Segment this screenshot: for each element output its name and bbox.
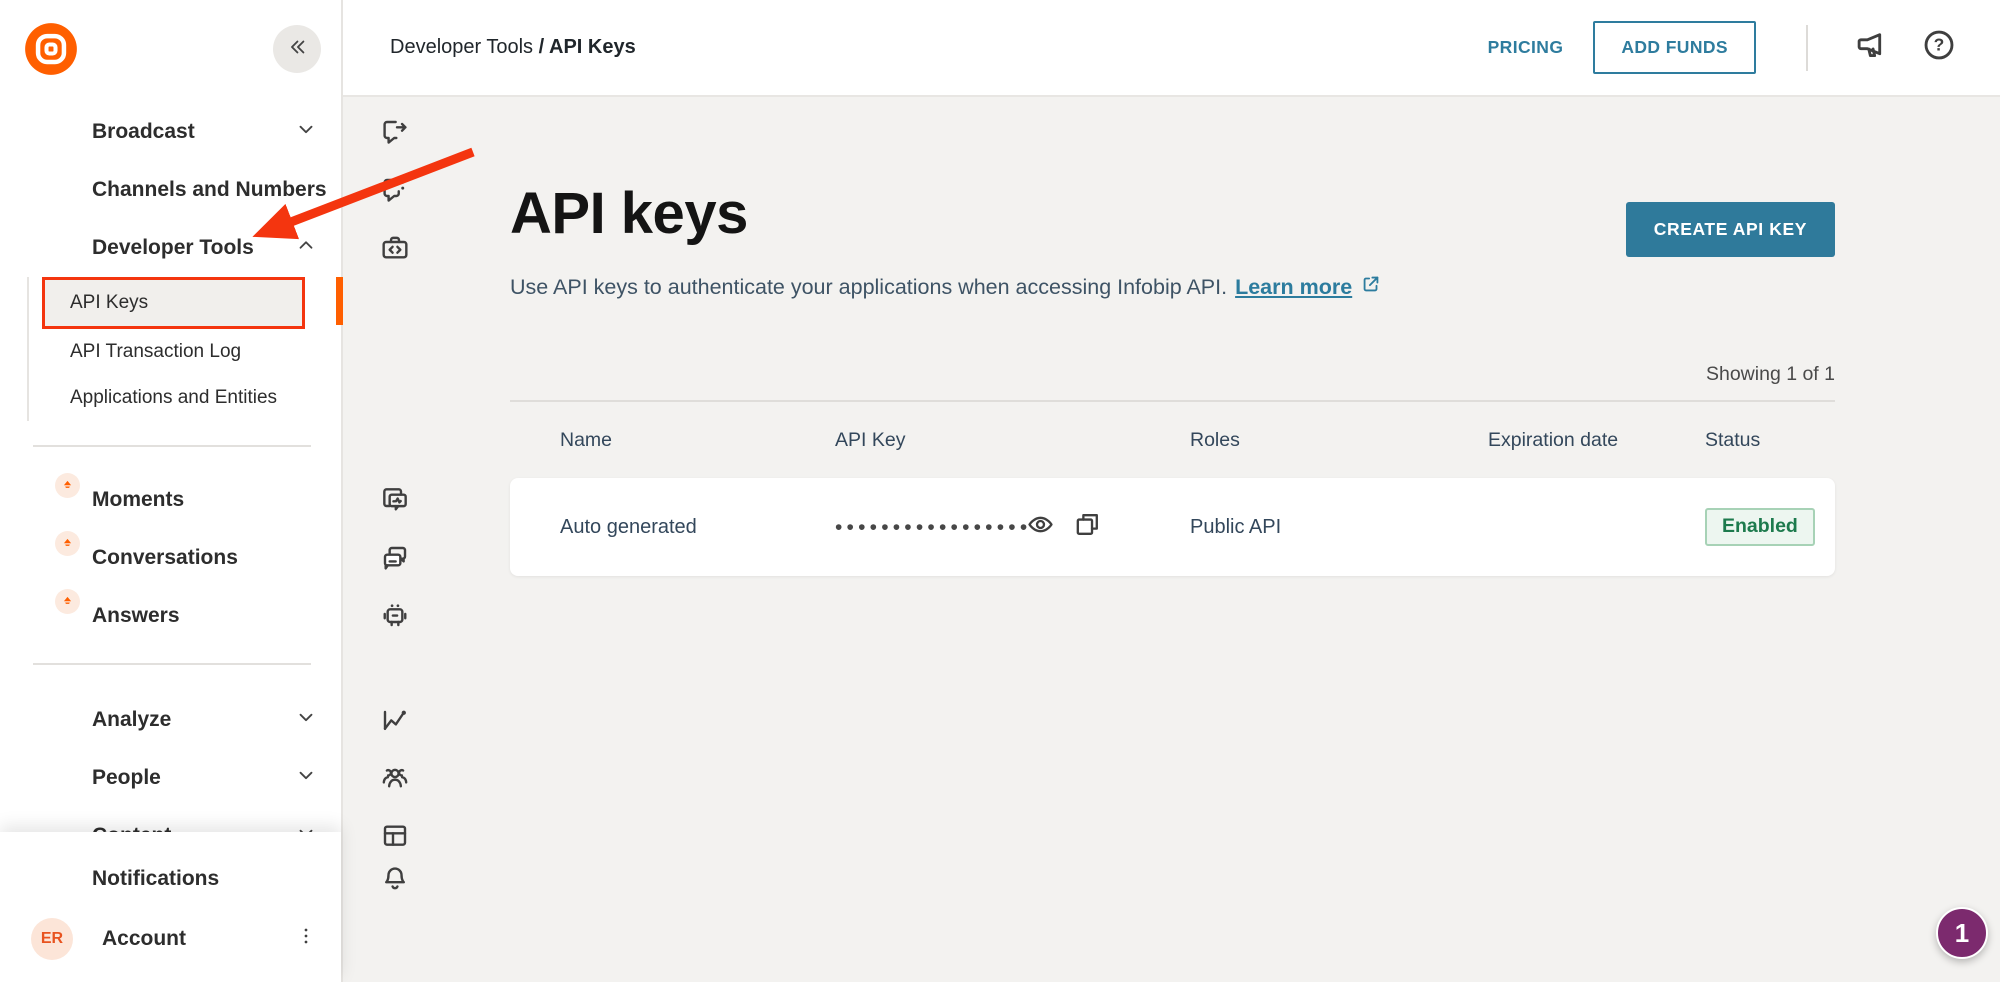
content-container: API keys Use API keys to authenticate yo… bbox=[510, 97, 1835, 576]
status-badge: Enabled bbox=[1705, 508, 1815, 546]
copy-icon[interactable] bbox=[1056, 509, 1103, 546]
cell-api-key: ••••••••••••••••• bbox=[835, 509, 1190, 546]
double-chevron-left-icon bbox=[286, 36, 308, 61]
cell-status: Enabled bbox=[1705, 508, 1835, 546]
cell-roles: Public API bbox=[1190, 516, 1488, 539]
channels-icon bbox=[36, 174, 68, 206]
breadcrumb-current: API Keys bbox=[549, 36, 636, 58]
sidebar-subitem-applications-and-entities[interactable]: Applications and Entities bbox=[42, 375, 341, 421]
sidebar-subitem-api-transaction-log[interactable]: API Transaction Log bbox=[42, 329, 341, 375]
analyze-icon bbox=[36, 704, 68, 736]
sidebar-item-label: Conversations bbox=[92, 546, 317, 570]
pricing-link[interactable]: PRICING bbox=[1488, 37, 1564, 58]
external-link-icon[interactable] bbox=[1352, 273, 1382, 301]
sidebar-bottom-dock: Notifications ER Account bbox=[0, 832, 341, 982]
bell-icon bbox=[36, 863, 68, 895]
moments-icon bbox=[36, 484, 68, 516]
subitem-label: API Transaction Log bbox=[70, 341, 241, 363]
conversations-icon bbox=[36, 542, 68, 574]
upgrade-badge-icon bbox=[55, 589, 80, 614]
sidebar-collapse-button[interactable] bbox=[273, 25, 321, 73]
sidebar-item-moments[interactable]: Moments bbox=[0, 471, 341, 529]
sidebar-item-developer-tools[interactable]: Developer Tools bbox=[0, 219, 341, 277]
main-area: Developer Tools / API Keys PRICING ADD F… bbox=[343, 0, 2000, 982]
header-divider bbox=[1806, 25, 1808, 71]
people-icon bbox=[36, 762, 68, 794]
sidebar-divider bbox=[33, 445, 311, 447]
sidebar-item-label: People bbox=[92, 766, 271, 790]
sidebar-divider bbox=[33, 663, 311, 665]
subitem-label: API Keys bbox=[70, 292, 148, 314]
column-header-status: Status bbox=[1705, 429, 1835, 452]
kebab-menu-icon[interactable] bbox=[295, 925, 317, 953]
sidebar-nav: Broadcast Channels and Numbers Developer… bbox=[0, 97, 341, 865]
sidebar-header bbox=[0, 0, 341, 97]
subitem-label: Applications and Entities bbox=[70, 387, 277, 409]
sidebar-item-channels-and-numbers[interactable]: Channels and Numbers bbox=[0, 161, 341, 219]
column-header-expiration-date: Expiration date bbox=[1488, 429, 1705, 452]
masked-api-key: ••••••••••••••••• bbox=[835, 517, 1031, 538]
active-item-indicator bbox=[336, 277, 343, 325]
annotation-step-badge: 1 bbox=[1936, 907, 1988, 959]
sidebar-item-answers[interactable]: Answers bbox=[0, 587, 341, 645]
sidebar-subitem-api-keys[interactable]: API Keys bbox=[42, 277, 305, 329]
megaphone-icon[interactable] bbox=[1852, 26, 1890, 69]
breadcrumb-section[interactable]: Developer Tools bbox=[390, 36, 533, 58]
breadcrumb-separator: / bbox=[539, 36, 545, 58]
sidebar-item-label: Answers bbox=[92, 604, 317, 628]
chevron-down-icon bbox=[295, 118, 317, 146]
upgrade-badge-icon bbox=[55, 473, 80, 498]
chevron-down-icon bbox=[295, 706, 317, 734]
chevron-down-icon bbox=[295, 764, 317, 792]
developer-tools-submenu: API Keys API Transaction Log Application… bbox=[0, 277, 341, 423]
sidebar-item-account[interactable]: ER Account bbox=[0, 912, 341, 966]
sidebar-item-label: Moments bbox=[92, 488, 317, 512]
add-funds-button[interactable]: ADD FUNDS bbox=[1593, 21, 1756, 74]
eye-icon[interactable] bbox=[1031, 509, 1056, 546]
content-area: API keys Use API keys to authenticate yo… bbox=[343, 97, 2000, 982]
sidebar-item-conversations[interactable]: Conversations bbox=[0, 529, 341, 587]
developer-tools-icon bbox=[36, 232, 68, 264]
table-header: Name API Key Roles Expiration date Statu… bbox=[510, 400, 1835, 478]
sidebar-item-people[interactable]: People bbox=[0, 749, 341, 807]
learn-more-link[interactable]: Learn more bbox=[1235, 275, 1352, 300]
sidebar-item-analyze[interactable]: Analyze bbox=[0, 691, 341, 749]
broadcast-icon bbox=[36, 116, 68, 148]
top-header: Developer Tools / API Keys PRICING ADD F… bbox=[343, 0, 2000, 97]
sidebar-item-label: Analyze bbox=[92, 708, 271, 732]
column-header-roles: Roles bbox=[1190, 429, 1488, 452]
column-header-name: Name bbox=[560, 429, 835, 452]
column-header-api-key: API Key bbox=[835, 429, 1190, 452]
sidebar: Broadcast Channels and Numbers Developer… bbox=[0, 0, 343, 982]
app-root: Broadcast Channels and Numbers Developer… bbox=[0, 0, 2000, 982]
answers-icon bbox=[36, 600, 68, 632]
help-icon[interactable]: ? bbox=[1920, 26, 1958, 69]
sidebar-item-label: Broadcast bbox=[92, 120, 271, 144]
page-description: Use API keys to authenticate your applic… bbox=[510, 275, 1227, 300]
sidebar-item-notifications[interactable]: Notifications bbox=[0, 852, 341, 906]
create-api-key-button[interactable]: CREATE API KEY bbox=[1626, 202, 1835, 257]
sidebar-item-label: Developer Tools bbox=[92, 236, 271, 260]
sidebar-item-label: Notifications bbox=[92, 867, 317, 891]
chevron-up-icon bbox=[295, 234, 317, 262]
sidebar-item-label: Channels and Numbers bbox=[92, 178, 327, 202]
svg-text:?: ? bbox=[1934, 35, 1945, 55]
upgrade-badge-icon bbox=[55, 531, 80, 556]
header-actions: PRICING ADD FUNDS ? bbox=[1488, 21, 1958, 74]
infobip-logo bbox=[24, 22, 78, 76]
showing-count: Showing 1 of 1 bbox=[510, 363, 1835, 400]
cell-name: Auto generated bbox=[560, 516, 835, 539]
breadcrumb: Developer Tools / API Keys bbox=[390, 36, 636, 59]
account-avatar: ER bbox=[31, 918, 73, 960]
sidebar-item-label: Account bbox=[102, 927, 271, 951]
sidebar-item-broadcast[interactable]: Broadcast bbox=[0, 103, 341, 161]
page-description-row: Use API keys to authenticate your applic… bbox=[510, 273, 1835, 301]
table-row[interactable]: Auto generated ••••••••••••••••• Public … bbox=[510, 478, 1835, 576]
